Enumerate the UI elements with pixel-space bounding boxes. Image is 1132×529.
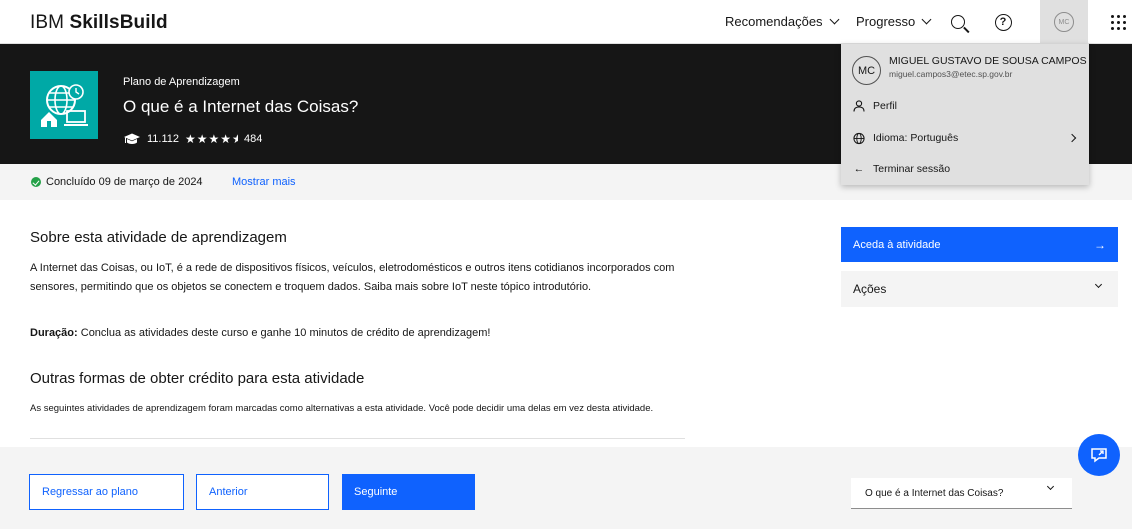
chevron-down-icon [921, 14, 932, 25]
rating-stars: ★★★★★ [185, 132, 238, 146]
about-heading: Sobre esta atividade de aprendizagem [30, 229, 287, 246]
nav-recommendations[interactable]: Recomendações [725, 14, 840, 29]
brand-prefix: IBM [30, 12, 70, 33]
divider [30, 438, 685, 439]
next-button[interactable]: Seguinte [342, 474, 475, 510]
duration-value: Conclua as atividades deste curso e ganh… [77, 327, 491, 339]
graduation-cap-icon [124, 133, 140, 144]
about-description: A Internet das Coisas, ou IoT, é a rede … [30, 262, 675, 293]
search-icon [951, 15, 965, 29]
footer-navigation: Regressar ao plano Anterior Seguinte O q… [0, 447, 1132, 529]
chevron-down-icon [829, 14, 840, 25]
reviews-count: 484 [244, 133, 263, 145]
menu-item-language[interactable]: Idioma: Português [853, 132, 1077, 144]
user-avatar-button[interactable]: MC [1040, 0, 1088, 44]
nav-progress[interactable]: Progresso [856, 14, 932, 29]
access-activity-button[interactable]: Aceda à atividade → [841, 227, 1118, 262]
user-email: miguel.campos3@etec.sp.gov.br [889, 69, 1013, 79]
access-activity-label: Aceda à atividade [853, 238, 941, 251]
menu-item-logout[interactable]: ← Terminar sessão [853, 163, 950, 175]
brand-bold: SkillsBuild [69, 12, 168, 33]
arrow-right-icon: → [1094, 238, 1106, 252]
avatar: MC [1054, 12, 1074, 32]
page-title: O que é a Internet das Coisas? [123, 97, 359, 116]
duration-label: Duração: [30, 327, 78, 339]
arrow-left-icon: ← [853, 163, 865, 175]
chat-icon [1091, 448, 1107, 463]
user-icon [853, 100, 865, 112]
chevron-down-icon [1046, 482, 1055, 491]
learners-count: 11.112 [147, 133, 180, 145]
menu-item-profile[interactable]: Perfil [853, 100, 897, 112]
previous-button[interactable]: Anterior [196, 474, 329, 510]
chat-button[interactable] [1078, 434, 1120, 476]
back-to-plan-button[interactable]: Regressar ao plano [29, 474, 184, 510]
activity-select-value: O que é a Internet das Coisas? [865, 487, 1004, 499]
other-ways-description: As seguintes atividades de aprendizagem … [30, 403, 654, 414]
app-switcher-button[interactable] [1096, 0, 1132, 44]
user-menu: MC MIGUEL GUSTAVO DE SOUSA CAMPOS miguel… [841, 44, 1089, 185]
completion-status: Concluído 09 de março de 2024 [46, 176, 203, 188]
user-name: MIGUEL GUSTAVO DE SOUSA CAMPOS [889, 55, 1087, 67]
brand-logo[interactable]: IBM SkillsBuild [30, 12, 168, 34]
actions-dropdown[interactable]: Ações [841, 271, 1118, 307]
help-button[interactable]: ? [981, 0, 1025, 44]
other-ways-heading: Outras formas de obter crédito para esta… [30, 370, 365, 387]
checkmark-icon [31, 177, 41, 187]
menu-item-language-label: Idioma: Português [873, 132, 959, 144]
top-navigation: IBM SkillsBuild Recomendações Progresso … [0, 0, 1132, 44]
activity-select[interactable]: O que é a Internet das Coisas? [851, 478, 1072, 509]
search-button[interactable] [936, 0, 980, 44]
rating-stars-full: ★★★★ [185, 132, 233, 146]
show-more-link[interactable]: Mostrar mais [232, 176, 296, 188]
chevron-down-icon [1094, 280, 1103, 289]
avatar: MC [852, 56, 881, 85]
duration-text: Duração: Conclua as atividades deste cur… [30, 327, 490, 339]
menu-item-logout-label: Terminar sessão [873, 163, 951, 175]
chevron-right-icon [1067, 133, 1077, 143]
hero-meta: 11.112 ★★★★★ 484 [123, 132, 262, 146]
help-icon: ? [994, 13, 1012, 31]
app-switcher-icon [1110, 14, 1126, 30]
nav-recommendations-label: Recomendações [725, 14, 823, 29]
globe-devices-icon [30, 71, 98, 139]
globe-icon [853, 132, 865, 144]
half-star-icon: ★ [232, 132, 238, 146]
menu-item-profile-label: Perfil [873, 100, 897, 112]
nav-progress-label: Progresso [856, 14, 916, 29]
actions-label: Ações [853, 282, 887, 296]
hero-eyebrow: Plano de Aprendizagem [123, 76, 240, 88]
